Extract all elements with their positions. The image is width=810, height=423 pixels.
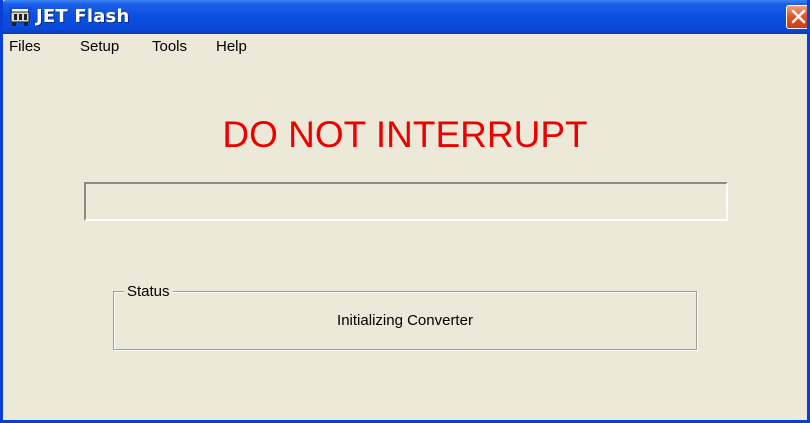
menu-help[interactable]: Help — [216, 38, 247, 55]
window-title: JET Flash — [36, 6, 130, 27]
do-not-interrupt-warning: DO NOT INTERRUPT — [222, 114, 588, 155]
status-message: Initializing Converter — [337, 312, 473, 329]
close-button[interactable] — [786, 5, 807, 29]
menu-bar: Files Setup Tools Help — [3, 34, 807, 58]
menu-files[interactable]: Files — [9, 38, 41, 55]
menu-tools[interactable]: Tools — [152, 38, 187, 55]
menu-setup[interactable]: Setup — [80, 38, 119, 55]
flash-progress-bar — [84, 182, 728, 221]
title-bar[interactable]: JET Flash — [3, 0, 807, 34]
close-icon — [791, 9, 806, 24]
jet-flash-window: JET Flash Files Setup Tools Help DO NOT … — [0, 0, 810, 423]
status-group-label: Status — [124, 283, 173, 300]
jet-flash-app-icon — [9, 7, 31, 27]
